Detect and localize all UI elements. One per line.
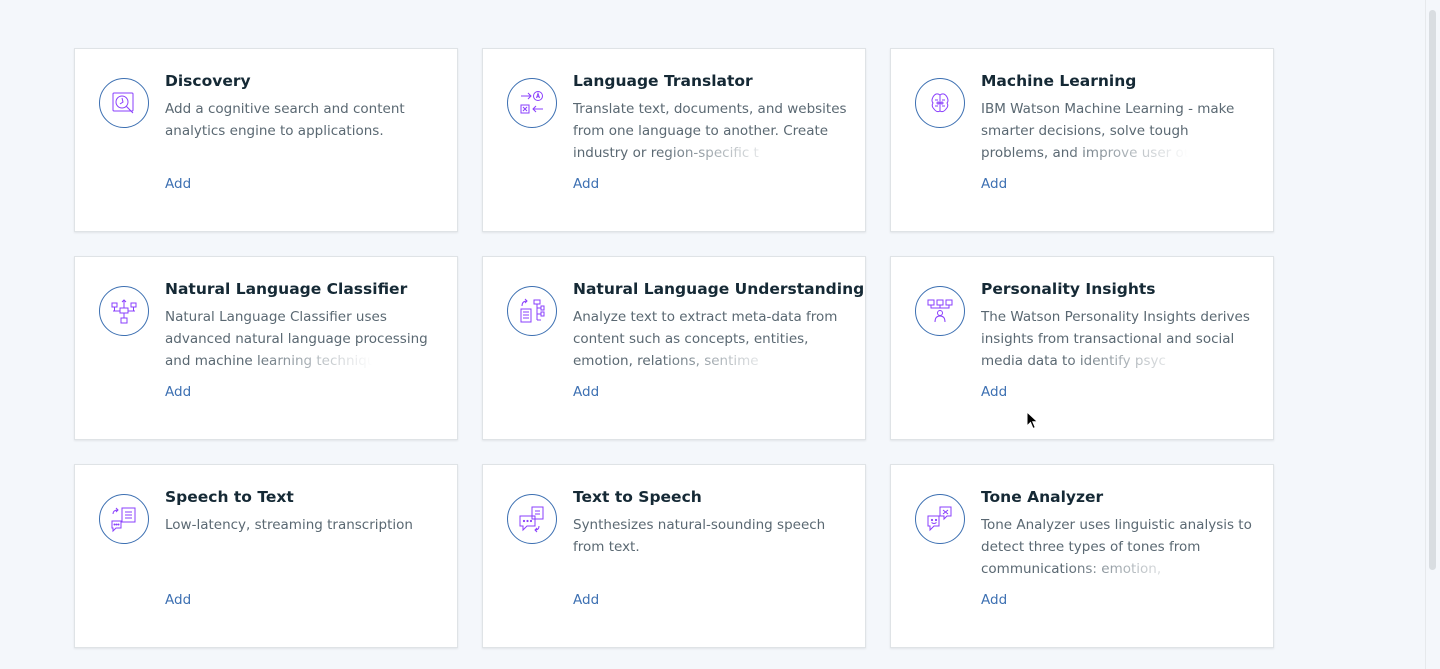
service-description: Translate text, documents, and websites … <box>573 101 847 161</box>
translator-icon <box>507 78 557 128</box>
service-card-discovery[interactable]: Discovery Add a cognitive search and con… <box>74 48 458 232</box>
service-description: Add a cognitive search and content analy… <box>165 101 405 139</box>
nlu-icon <box>507 286 557 336</box>
personality-icon <box>915 286 965 336</box>
service-title: Machine Learning <box>981 72 1137 90</box>
service-catalog-grid: Discovery Add a cognitive search and con… <box>74 48 1274 648</box>
service-card-machine-learning[interactable]: Machine Learning IBM Watson Machine Lear… <box>890 48 1274 232</box>
service-description: The Watson Personality Insights derives … <box>981 309 1250 369</box>
tone-analyzer-icon <box>915 494 965 544</box>
service-title: Text to Speech <box>573 488 702 506</box>
add-button[interactable]: Add <box>573 174 599 194</box>
service-card-tone-analyzer[interactable]: Tone Analyzer Tone Analyzer uses linguis… <box>890 464 1274 648</box>
service-description: Low-latency, streaming transcription <box>165 517 413 533</box>
service-description: Natural Language Classifier uses advance… <box>165 309 428 369</box>
mouse-cursor-icon <box>1026 411 1039 430</box>
add-button[interactable]: Add <box>981 174 1007 194</box>
service-title: Natural Language Understanding <box>573 280 865 298</box>
service-card-language-translator[interactable]: Language Translator Translate text, docu… <box>482 48 866 232</box>
service-card-personality-insights[interactable]: Personality Insights The Watson Personal… <box>890 256 1274 440</box>
service-title: Tone Analyzer <box>981 488 1104 506</box>
service-card-speech-to-text[interactable]: Speech to Text Low-latency, streaming tr… <box>74 464 458 648</box>
service-title: Language Translator <box>573 72 753 90</box>
add-button[interactable]: Add <box>573 590 599 610</box>
service-description: IBM Watson Machine Learning - make smart… <box>981 101 1235 161</box>
brain-icon <box>915 78 965 128</box>
add-button[interactable]: Add <box>981 382 1007 402</box>
add-button[interactable]: Add <box>165 174 191 194</box>
service-card-natural-language-classifier[interactable]: Natural Language Classifier Natural Lang… <box>74 256 458 440</box>
service-description: Analyze text to extract meta-data from c… <box>573 309 838 369</box>
speech-to-text-icon <box>99 494 149 544</box>
service-description: Synthesizes natural-sounding speech from… <box>573 517 826 555</box>
scrollbar-thumb[interactable] <box>1429 10 1436 570</box>
text-to-speech-icon <box>507 494 557 544</box>
service-card-natural-language-understanding[interactable]: Natural Language Understanding Analyze t… <box>482 256 866 440</box>
add-button[interactable]: Add <box>573 382 599 402</box>
add-button[interactable]: Add <box>981 590 1007 610</box>
add-button[interactable]: Add <box>165 590 191 610</box>
service-title: Natural Language Classifier <box>165 280 408 298</box>
service-card-text-to-speech[interactable]: Text to Speech Synthesizes natural-sound… <box>482 464 866 648</box>
discovery-icon <box>99 78 149 128</box>
add-button[interactable]: Add <box>165 382 191 402</box>
service-title: Discovery <box>165 72 251 90</box>
service-title: Speech to Text <box>165 488 294 506</box>
service-title: Personality Insights <box>981 280 1156 298</box>
vertical-scrollbar[interactable] <box>1425 0 1440 669</box>
service-description: Tone Analyzer uses linguistic analysis t… <box>981 517 1252 577</box>
classifier-icon <box>99 286 149 336</box>
